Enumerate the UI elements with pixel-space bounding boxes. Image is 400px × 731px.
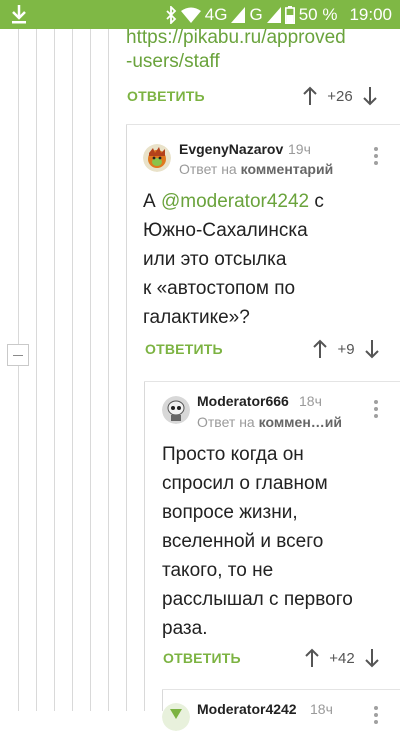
signal-letter: G (249, 4, 263, 24)
comment-text-line: расслышал с первого (162, 589, 353, 610)
comment-author[interactable]: EvgenyNazarov (179, 141, 283, 157)
upvote-arrow-icon[interactable] (302, 86, 318, 106)
upvote-arrow-icon[interactable] (304, 648, 320, 668)
text-prefix: А (143, 191, 161, 212)
avatar[interactable] (162, 703, 190, 731)
comment-divider (126, 124, 400, 125)
signal-icon-1 (231, 6, 246, 23)
comment-text-line: или это отсылка (143, 249, 287, 270)
thread-line (144, 382, 145, 711)
comment-author[interactable]: Moderator4242 (197, 701, 297, 717)
bluetooth-icon (166, 5, 177, 24)
reply-to-target[interactable]: коммен…ий (259, 414, 342, 430)
downvote-arrow-icon[interactable] (362, 86, 378, 106)
thread-line (162, 690, 163, 711)
battery-icon (284, 5, 295, 24)
collapse-thread-button[interactable] (7, 344, 29, 366)
link-line-2[interactable]: -users/staff (126, 50, 396, 74)
vote-controls: +26 (302, 86, 378, 106)
avatar-image (143, 144, 171, 172)
comment-divider (162, 689, 400, 690)
rating-value: +26 (327, 87, 353, 105)
comment-author[interactable]: Moderator666 (197, 393, 289, 409)
comment-text: А @moderator4242 с Южно-Сахалинска или э… (143, 187, 393, 332)
thread-line (126, 125, 127, 711)
comment-text-line: к «автостопом по (143, 278, 296, 299)
more-menu-icon[interactable] (374, 400, 378, 421)
thread-line (18, 366, 19, 711)
comment-time: 18ч (310, 701, 333, 717)
avatar[interactable] (143, 144, 171, 172)
vote-controls: +9 (312, 339, 380, 359)
download-icon (12, 5, 26, 24)
rating-value: +42 (329, 649, 355, 667)
vote-controls: +42 (304, 648, 380, 668)
reply-button[interactable]: ОТВЕТИТЬ (163, 650, 241, 666)
comment-time: 19ч (288, 141, 311, 157)
comment-text-line: спросил о главном (162, 473, 328, 494)
comment-text-line: такого, то не (162, 560, 274, 581)
downvote-arrow-icon[interactable] (364, 648, 380, 668)
more-menu-icon[interactable] (374, 147, 378, 168)
comment-text-line: А @moderator4242 с (143, 187, 393, 216)
comment-text-line: Просто когда он (162, 444, 304, 465)
wifi-icon (180, 7, 201, 23)
reply-to-prefix: Ответ на (197, 414, 255, 430)
thread-line (90, 29, 91, 711)
signal-icon-2 (266, 6, 281, 23)
upvote-arrow-icon[interactable] (312, 339, 328, 359)
thread-line (36, 29, 37, 711)
reply-button[interactable]: ОТВЕТИТЬ (127, 88, 205, 104)
reply-button[interactable]: ОТВЕТИТЬ (145, 341, 223, 357)
comment-text-line: Южно-Сахалинска (143, 220, 308, 241)
avatar-image (162, 703, 190, 731)
user-mention-link[interactable]: @moderator4242 (161, 191, 309, 212)
avatar-image (162, 396, 190, 424)
avatar[interactable] (162, 396, 190, 424)
comment-link[interactable]: https://pikabu.ru/approved -users/staff (126, 26, 396, 74)
comment-divider (144, 381, 400, 382)
rating-value: +9 (337, 340, 355, 358)
text-suffix: с (309, 191, 324, 212)
status-bar: 4G G 50 % 19:00 (0, 0, 400, 29)
reply-to-line[interactable]: Ответ на коммен…ий (197, 414, 342, 430)
thread-line (18, 29, 19, 344)
more-menu-icon[interactable] (374, 706, 378, 727)
reply-to-prefix: Ответ на (179, 161, 237, 177)
thread-line (108, 29, 109, 711)
comment-time: 18ч (299, 393, 322, 409)
reply-to-target[interactable]: комментарий (241, 161, 334, 177)
clock: 19:00 (349, 4, 392, 24)
thread-line (54, 29, 55, 711)
thread-line (72, 29, 73, 711)
comment-text-line: вопросе жизни, (162, 502, 298, 523)
network-type: 4G (204, 4, 228, 24)
downvote-arrow-icon[interactable] (364, 339, 380, 359)
comment-text-line: вселенной и всего (162, 531, 324, 552)
link-line-1[interactable]: https://pikabu.ru/approved (126, 26, 396, 50)
comment-text: Просто когда он спросил о главном вопрос… (162, 440, 396, 643)
reply-to-line[interactable]: Ответ на комментарий (179, 161, 333, 177)
comment-text-line: галактике»? (143, 307, 250, 328)
battery-percent: 50 % (298, 4, 338, 24)
comment-text-line: раза. (162, 618, 208, 639)
